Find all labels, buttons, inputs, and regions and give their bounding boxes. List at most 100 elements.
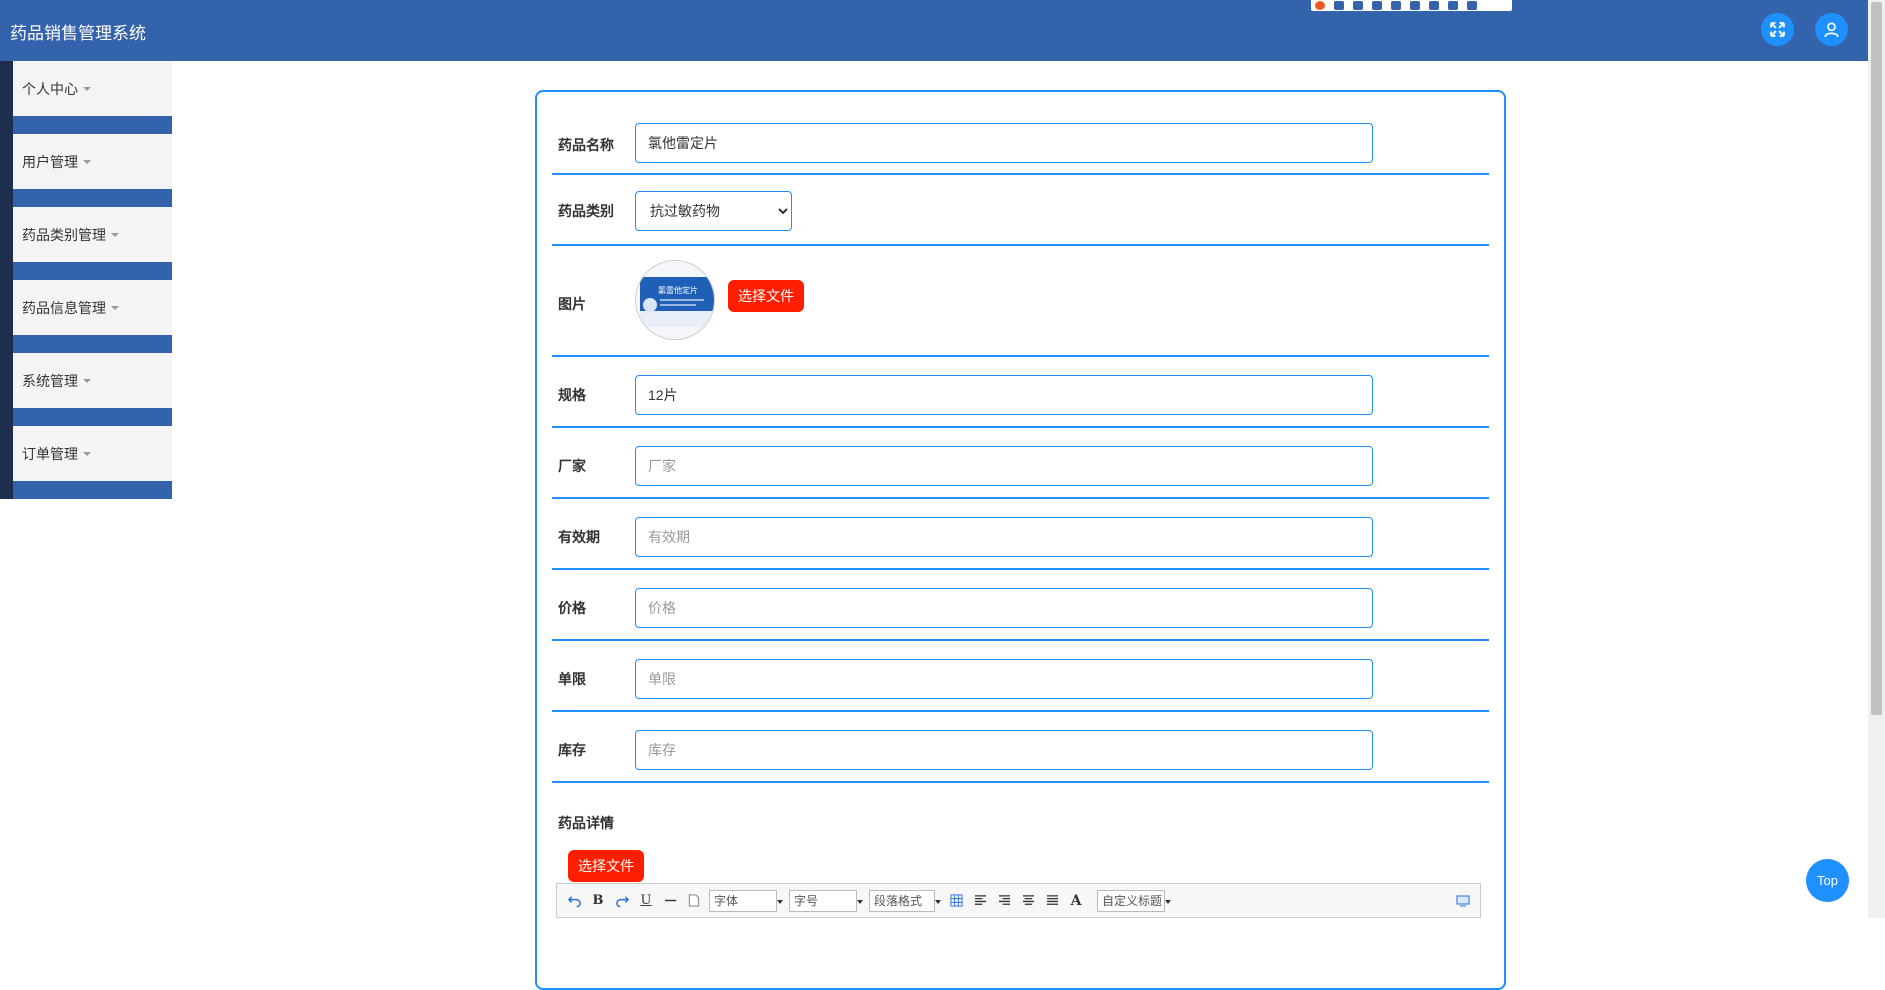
maker-label: 厂家 xyxy=(558,458,586,474)
price-input[interactable] xyxy=(635,588,1373,628)
custom-title-select[interactable]: 自定义标题 xyxy=(1097,889,1171,912)
drug-box-label: 氯雷他定片 xyxy=(658,285,698,295)
sidebar-group: 药品类别管理 xyxy=(0,207,172,280)
caret-down-icon xyxy=(111,305,119,310)
sidebar-divider xyxy=(0,408,172,426)
ime-icon[interactable] xyxy=(1334,1,1344,10)
drug-image-thumbnail: 氯雷他定片 xyxy=(635,260,715,340)
ime-icon[interactable] xyxy=(1372,1,1382,10)
font-family-select[interactable]: 字体 xyxy=(709,889,783,912)
sidebar-group: 药品信息管理 xyxy=(0,280,172,353)
image-label: 图片 xyxy=(558,296,586,312)
sidebar-item-orders[interactable]: 订单管理 xyxy=(0,426,172,481)
sidebar-item-label: 个人中心 xyxy=(22,80,78,97)
caret-down-icon xyxy=(83,159,91,164)
sidebar-item-personal-center[interactable]: 个人中心 xyxy=(0,61,172,116)
ime-toolbar[interactable] xyxy=(1311,0,1512,11)
redo-icon[interactable] xyxy=(613,892,631,910)
fullscreen-button[interactable] xyxy=(1761,13,1794,46)
align-right-icon[interactable] xyxy=(995,892,1013,910)
drug-box-image: 氯雷他定片 xyxy=(636,261,714,339)
sidebar-divider xyxy=(0,481,172,499)
sidebar-item-system[interactable]: 系统管理 xyxy=(0,353,172,408)
undo-icon[interactable] xyxy=(565,892,583,910)
sidebar-item-drug-info[interactable]: 药品信息管理 xyxy=(0,280,172,335)
bold-icon[interactable]: B xyxy=(589,892,607,910)
form-row-price: 价格 xyxy=(552,570,1489,641)
stock-label: 库存 xyxy=(558,742,586,758)
editor-toolbar: B U 字体 字号 段落格式 A 自定义标题 xyxy=(556,883,1481,918)
sidebar-item-label: 订单管理 xyxy=(22,445,78,462)
expiry-input[interactable] xyxy=(635,517,1373,557)
ime-icon[interactable] xyxy=(1467,1,1477,10)
font-size-select[interactable]: 字号 xyxy=(789,889,863,912)
align-center-icon[interactable] xyxy=(1019,892,1037,910)
sidebar-group: 个人中心 xyxy=(0,61,172,134)
choose-detail-file-button[interactable]: 选择文件 xyxy=(568,850,644,882)
sidebar-item-label: 药品类别管理 xyxy=(22,226,106,243)
sidebar-group: 订单管理 xyxy=(0,426,172,499)
sidebar-item-label: 药品信息管理 xyxy=(22,299,106,316)
price-label: 价格 xyxy=(558,600,586,616)
page-scrollbar[interactable] xyxy=(1868,0,1885,918)
ime-icon[interactable] xyxy=(1391,1,1401,10)
name-label: 药品名称 xyxy=(558,137,614,153)
caret-down-icon xyxy=(83,378,91,383)
paragraph-format-select[interactable]: 段落格式 xyxy=(869,889,941,912)
sidebar-group: 系统管理 xyxy=(0,353,172,426)
sidebar-item-user-management[interactable]: 用户管理 xyxy=(0,134,172,189)
drug-category-select[interactable]: 抗过敏药物 xyxy=(635,191,792,231)
app-title: 药品销售管理系统 xyxy=(10,24,146,43)
form-row-expiry: 有效期 xyxy=(552,499,1489,570)
ime-icon[interactable] xyxy=(1353,1,1363,10)
table-icon[interactable] xyxy=(947,892,965,910)
ime-icon[interactable] xyxy=(1429,1,1439,10)
underline-icon[interactable]: U xyxy=(637,892,655,910)
sidebar-item-drug-category[interactable]: 药品类别管理 xyxy=(0,207,172,262)
limit-input[interactable] xyxy=(635,659,1373,699)
horizontal-rule-icon[interactable] xyxy=(661,892,679,910)
sidebar-item-label: 用户管理 xyxy=(22,153,78,170)
sidebar-group: 用户管理 xyxy=(0,134,172,207)
form-row-maker: 厂家 xyxy=(552,428,1489,499)
spec-label: 规格 xyxy=(558,387,586,403)
align-justify-icon[interactable] xyxy=(1043,892,1061,910)
form-row-spec: 规格 xyxy=(552,357,1489,428)
sidebar-divider xyxy=(0,335,172,353)
ime-icon[interactable] xyxy=(1410,1,1420,10)
sidebar-divider xyxy=(0,189,172,207)
ime-logo-icon[interactable] xyxy=(1315,1,1325,10)
font-color-icon[interactable]: A xyxy=(1067,892,1085,910)
ime-icon[interactable] xyxy=(1448,1,1458,10)
align-left-icon[interactable] xyxy=(971,892,989,910)
sidebar-divider xyxy=(0,262,172,280)
spec-input[interactable] xyxy=(635,375,1373,415)
form-row-limit: 单限 xyxy=(552,641,1489,712)
expiry-label: 有效期 xyxy=(558,529,600,545)
form-row-stock: 库存 xyxy=(552,712,1489,783)
drug-form: 药品名称 药品类别 抗过敏药物 图片 氯雷他定片 选择文件 规格 厂家 xyxy=(535,90,1506,990)
source-view-icon[interactable] xyxy=(1454,892,1472,910)
user-button[interactable] xyxy=(1815,13,1848,46)
category-label: 药品类别 xyxy=(558,203,614,219)
document-icon[interactable] xyxy=(685,892,703,910)
form-row-image: 图片 氯雷他定片 选择文件 xyxy=(552,246,1489,357)
caret-down-icon xyxy=(83,86,91,91)
scrollbar-thumb[interactable] xyxy=(1871,2,1882,715)
sidebar-divider xyxy=(0,116,172,134)
caret-down-icon xyxy=(111,232,119,237)
stock-input[interactable] xyxy=(635,730,1373,770)
back-to-top-button[interactable]: Top xyxy=(1806,859,1849,902)
choose-image-file-button[interactable]: 选择文件 xyxy=(728,280,804,312)
top-header: 药品销售管理系统 xyxy=(0,0,1868,61)
user-icon xyxy=(1824,22,1839,38)
sidebar-item-label: 系统管理 xyxy=(22,372,78,389)
form-row-name: 药品名称 xyxy=(552,92,1489,175)
expand-icon xyxy=(1770,22,1785,37)
limit-label: 单限 xyxy=(558,671,586,687)
sidebar: 个人中心 用户管理 药品类别管理 药品信息管理 系统管理 订单管理 xyxy=(0,61,172,499)
drug-name-input[interactable] xyxy=(635,123,1373,163)
detail-label: 药品详情 xyxy=(558,815,614,831)
caret-down-icon xyxy=(83,451,91,456)
maker-input[interactable] xyxy=(635,446,1373,486)
